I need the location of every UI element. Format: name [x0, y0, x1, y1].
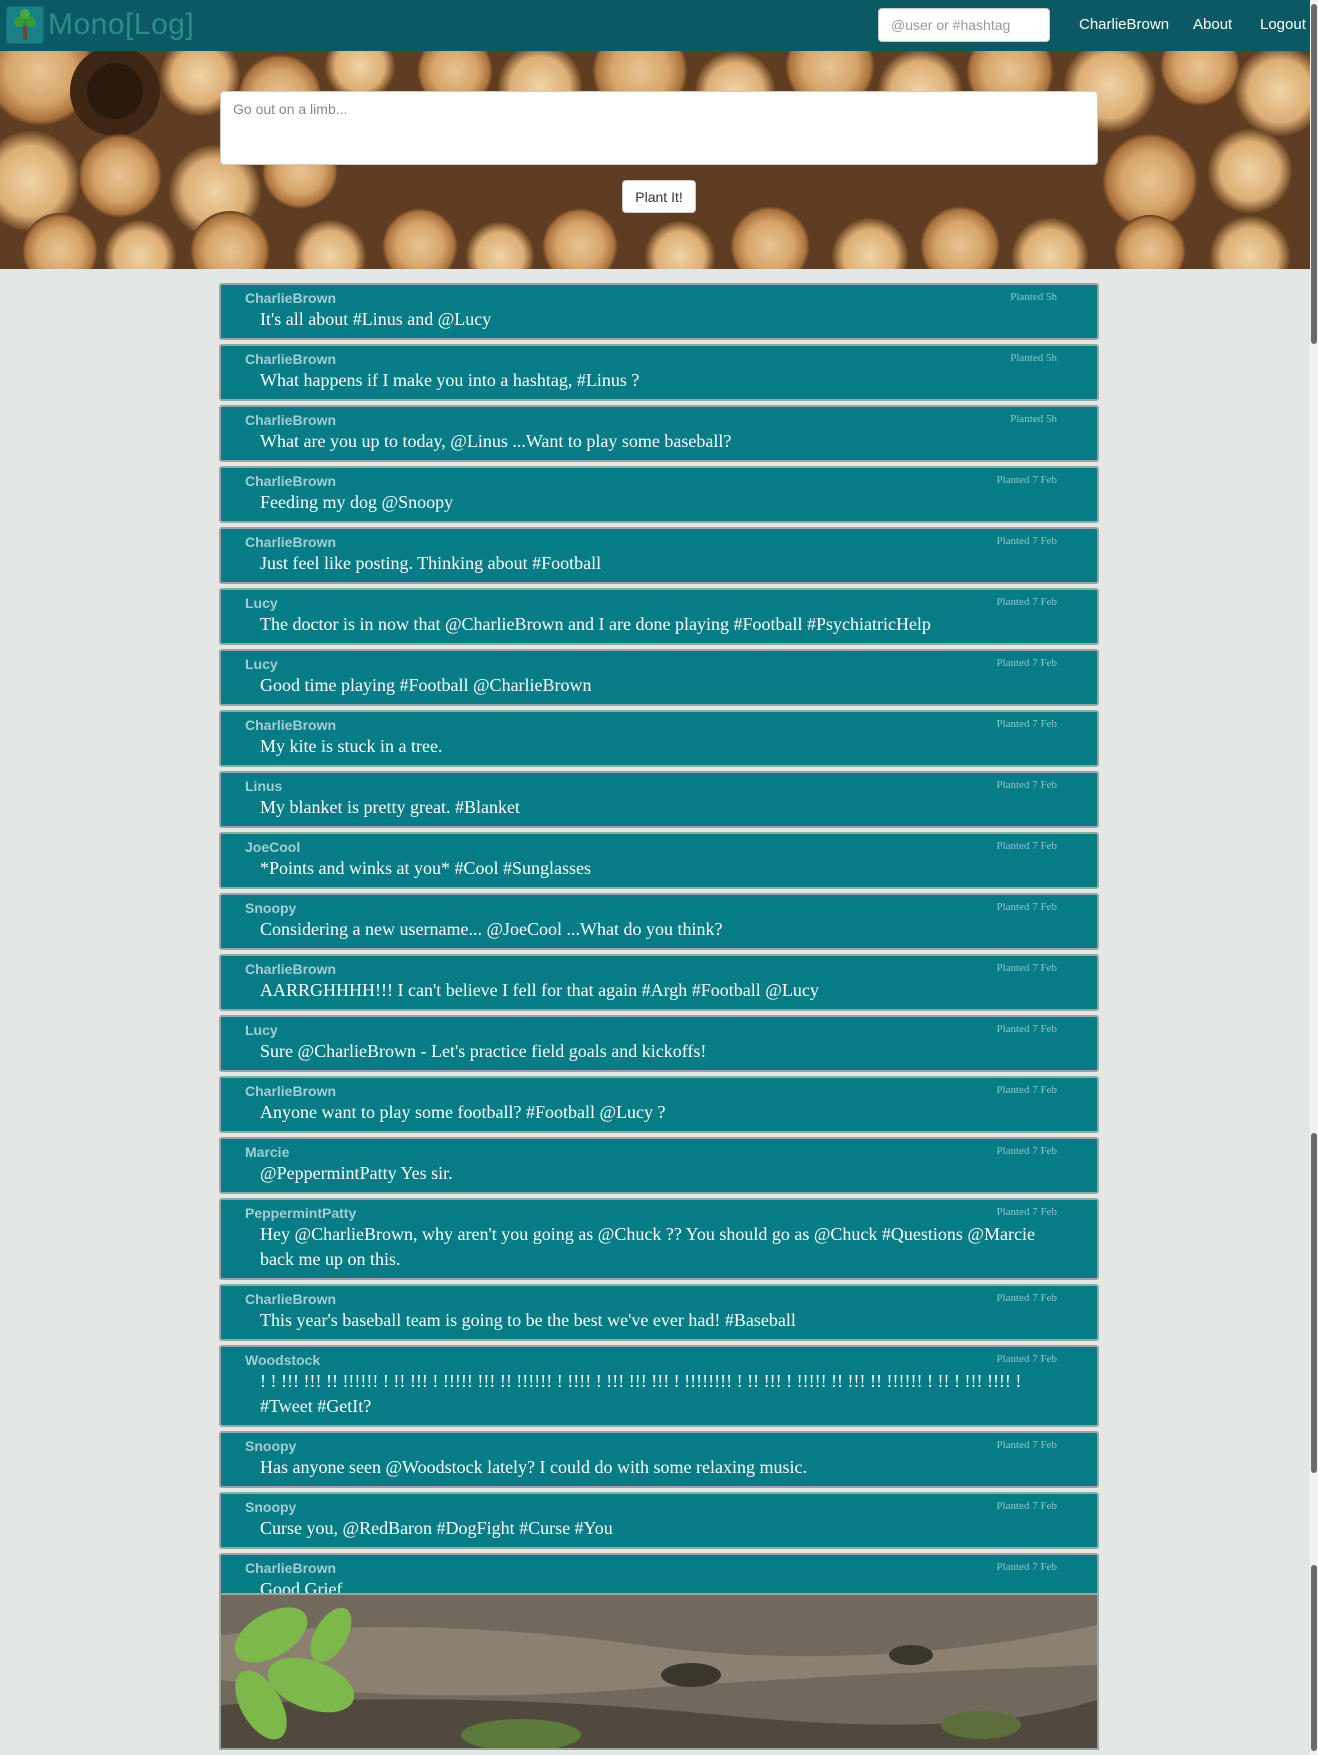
post-message: Just feel like posting. Thinking about #… [260, 553, 602, 573]
post-item: Lucy Planted 7 Feb Good time playing #Foot… [219, 649, 1099, 706]
post-timestamp: Planted 7 Feb [996, 901, 1058, 913]
post-username[interactable]: PeppermintPatty [245, 1206, 1073, 1222]
post-message: My blanket is pretty great. #Blanket [260, 797, 520, 817]
post-timestamp: Planted 7 Feb [996, 1145, 1058, 1157]
post-timestamp: Planted 5h [1010, 352, 1057, 364]
post-item: Snoopy Planted 7 Feb Has anyone seen @Wood… [219, 1431, 1099, 1488]
post-item: CharlieBrown Planted 7 Feb This year's bas… [219, 1284, 1099, 1341]
post-timestamp: Planted 7 Feb [996, 535, 1058, 547]
post-timestamp: Planted 7 Feb [996, 962, 1058, 974]
nav-about-link[interactable]: About [1193, 16, 1232, 33]
post-message: My kite is stuck in a tree. [260, 736, 443, 756]
post-message: AARRGHHHH!!! I can't believe I fell for … [260, 980, 819, 1000]
post-item: PeppermintPatty Planted 7 Feb Hey @Charlie… [219, 1198, 1099, 1280]
post-username[interactable]: CharlieBrown [245, 1292, 1073, 1308]
post-item: Lucy Planted 7 Feb The doctor is in now th… [219, 588, 1099, 645]
post-item: Lucy Planted 7 Feb Sure @CharlieBrown - Le… [219, 1015, 1099, 1072]
post-timestamp: Planted 5h [1010, 291, 1057, 303]
post-message: Anyone want to play some football? #Foot… [260, 1102, 666, 1122]
post-timestamp: Planted 7 Feb [996, 1500, 1058, 1512]
post-composer-textarea[interactable] [220, 91, 1098, 165]
post-timestamp: Planted 7 Feb [996, 1353, 1058, 1365]
post-timestamp: Planted 7 Feb [996, 840, 1058, 852]
post-username[interactable]: Snoopy [245, 901, 1073, 917]
post-username[interactable]: CharlieBrown [245, 1084, 1073, 1100]
post-timestamp: Planted 7 Feb [996, 718, 1058, 730]
search-input[interactable] [878, 8, 1050, 42]
post-timestamp: Planted 7 Feb [996, 1023, 1058, 1035]
post-username[interactable]: JoeCool [245, 840, 1073, 856]
post-item: Snoopy Planted 7 Feb Curse you, @RedBaron … [219, 1492, 1099, 1549]
post-message: What happens if I make you into a hashta… [260, 370, 640, 390]
brand-title: Mono[Log] [48, 8, 195, 41]
post-username[interactable]: CharlieBrown [245, 291, 1073, 307]
post-item: Marcie Planted 7 Feb @PeppermintPatty Yes … [219, 1137, 1099, 1194]
post-item: CharlieBrown Planted 7 Feb Anyone want to … [219, 1076, 1099, 1133]
post-item: Woodstock Planted 7 Feb ! ! !!! !!! !! !!!… [219, 1345, 1099, 1427]
tree-logo-icon [6, 6, 44, 44]
nav-logout-link[interactable]: Logout [1260, 16, 1306, 33]
post-item: CharlieBrown Planted 5h What are you up to… [219, 405, 1099, 462]
plant-it-button[interactable]: Plant It! [622, 180, 696, 213]
post-item: CharlieBrown Planted 5h It's all about #Li… [219, 283, 1099, 340]
post-username[interactable]: CharlieBrown [245, 474, 1073, 490]
post-timestamp: Planted 7 Feb [996, 1292, 1058, 1304]
post-username[interactable]: CharlieBrown [245, 352, 1073, 368]
post-item: CharlieBrown Planted 5h What happens if I … [219, 344, 1099, 401]
post-username[interactable]: Lucy [245, 657, 1073, 673]
post-item: JoeCool Planted 7 Feb *Points and winks at… [219, 832, 1099, 889]
post-message: It's all about #Linus and @Lucy [260, 309, 492, 329]
post-message: Good time playing #Football @CharlieBrow… [260, 675, 592, 695]
post-item: CharlieBrown Planted 7 Feb My kite is stuc… [219, 710, 1099, 767]
post-username[interactable]: Linus [245, 779, 1073, 795]
post-username[interactable]: Snoopy [245, 1500, 1073, 1516]
post-timestamp: Planted 7 Feb [996, 1206, 1058, 1218]
post-item: Linus Planted 7 Feb My blanket is pretty g… [219, 771, 1099, 828]
navbar: Mono[Log] CharlieBrown About Logout [0, 0, 1318, 51]
post-username[interactable]: CharlieBrown [245, 535, 1073, 551]
post-username[interactable]: CharlieBrown [245, 962, 1073, 978]
hero-banner: Plant It! [0, 51, 1310, 269]
post-timestamp: Planted 7 Feb [996, 474, 1058, 486]
post-timestamp: Planted 7 Feb [996, 1084, 1058, 1096]
post-message: ! ! !!! !!! !! !!!!!! ! !! !!! ! !!!!! !… [260, 1371, 1022, 1416]
post-username[interactable]: CharlieBrown [245, 1561, 1073, 1577]
post-message: Feeding my dog @Snoopy [260, 492, 454, 512]
post-username[interactable]: Snoopy [245, 1439, 1073, 1455]
post-message: Hey @CharlieBrown, why aren't you going … [260, 1224, 1035, 1269]
nav-user-link[interactable]: CharlieBrown [1079, 16, 1169, 33]
scrollbar-thumb-tertiary[interactable] [1311, 1565, 1317, 1751]
brand[interactable]: Mono[Log] [6, 5, 194, 45]
post-message: This year's baseball team is going to be… [260, 1310, 796, 1330]
post-timestamp: Planted 7 Feb [996, 1561, 1058, 1573]
scrollbar-thumb-secondary[interactable] [1311, 1133, 1317, 1473]
post-username[interactable]: Woodstock [245, 1353, 1073, 1369]
post-username[interactable]: CharlieBrown [245, 718, 1073, 734]
post-item: CharlieBrown Planted 7 Feb Feeding my dog … [219, 466, 1099, 523]
post-feed: CharlieBrown Planted 5h It's all about #Li… [219, 283, 1099, 1614]
post-message: Has anyone seen @Woodstock lately? I cou… [260, 1457, 807, 1477]
post-timestamp: Planted 7 Feb [996, 657, 1058, 669]
post-message: The doctor is in now that @CharlieBrown … [260, 614, 931, 634]
footer-wood-image [219, 1593, 1099, 1750]
post-timestamp: Planted 5h [1010, 413, 1057, 425]
post-item: Snoopy Planted 7 Feb Considering a new use… [219, 893, 1099, 950]
post-message: @PeppermintPatty Yes sir. [260, 1163, 453, 1183]
post-message: *Points and winks at you* #Cool #Sunglas… [260, 858, 592, 878]
post-timestamp: Planted 7 Feb [996, 779, 1058, 791]
post-username[interactable]: Lucy [245, 596, 1073, 612]
post-username[interactable]: Marcie [245, 1145, 1073, 1161]
post-timestamp: Planted 7 Feb [996, 1439, 1058, 1451]
post-username[interactable]: CharlieBrown [245, 413, 1073, 429]
post-message: Curse you, @RedBaron #DogFight #Curse #Y… [260, 1518, 613, 1538]
scrollbar-thumb[interactable] [1311, 4, 1317, 344]
post-message: Sure @CharlieBrown - Let's practice fiel… [260, 1041, 707, 1061]
post-message: What are you up to today, @Linus ...Want… [260, 431, 732, 451]
post-timestamp: Planted 7 Feb [996, 596, 1058, 608]
post-item: CharlieBrown Planted 7 Feb AARRGHHHH!!! I … [219, 954, 1099, 1011]
post-message: Considering a new username... @JoeCool .… [260, 919, 723, 939]
post-item: CharlieBrown Planted 7 Feb Just feel like … [219, 527, 1099, 584]
post-username[interactable]: Lucy [245, 1023, 1073, 1039]
